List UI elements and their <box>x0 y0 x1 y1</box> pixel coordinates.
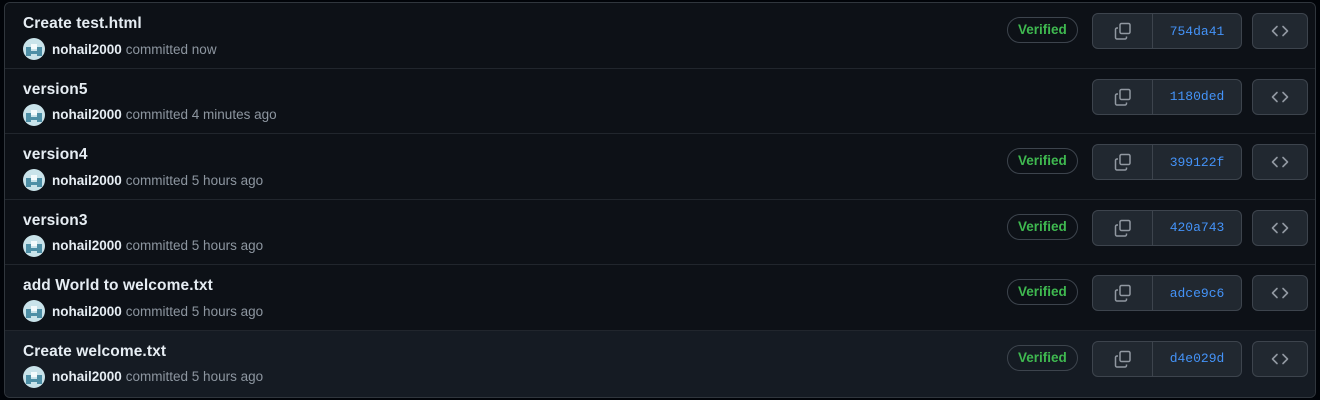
commit-list: Create test.html nohail2000 committed no… <box>4 2 1316 398</box>
browse-repo-button[interactable] <box>1252 209 1308 246</box>
commit-row: add World to welcome.txt nohail2000 comm… <box>5 265 1315 331</box>
code-icon <box>1271 24 1289 38</box>
commit-meta: nohail2000 committed 5 hours ago <box>23 300 264 323</box>
author-link[interactable]: nohail2000 <box>52 304 122 319</box>
commit-sha-group: adce9c6 <box>1092 275 1242 312</box>
author-link[interactable]: nohail2000 <box>52 42 122 57</box>
commit-title[interactable]: version4 <box>23 146 88 164</box>
copy-icon <box>1114 153 1132 171</box>
avatar[interactable] <box>23 38 45 60</box>
commit-meta: nohail2000 committed 5 hours ago <box>23 234 264 257</box>
commit-time: committed 5 hours ago <box>125 172 264 188</box>
copy-sha-button[interactable] <box>1093 210 1153 245</box>
commit-time: committed 4 minutes ago <box>125 107 277 123</box>
code-icon <box>1271 286 1289 300</box>
commit-time: committed 5 hours ago <box>125 303 264 319</box>
copy-icon <box>1114 284 1132 303</box>
avatar[interactable] <box>23 234 45 257</box>
verified-badge[interactable]: Verified <box>1007 344 1078 371</box>
commit-sha-group: 420a743 <box>1092 209 1242 246</box>
verified-badge[interactable]: Verified <box>1007 213 1078 240</box>
commit-sha-link[interactable]: 420a743 <box>1153 211 1241 245</box>
copy-icon <box>1114 350 1132 368</box>
author-link[interactable]: nohail2000 <box>52 173 122 188</box>
commit-sha-link[interactable]: 754da41 <box>1153 14 1241 48</box>
copy-sha-button[interactable] <box>1093 341 1153 376</box>
commit-sha-group: d4e029d <box>1092 340 1242 377</box>
commit-sha-group: 1180ded <box>1092 78 1242 115</box>
browse-repo-button[interactable] <box>1252 275 1308 312</box>
browse-repo-button[interactable] <box>1252 78 1308 115</box>
commit-time: committed 5 hours ago <box>125 369 264 385</box>
commit-title[interactable]: add World to welcome.txt <box>23 277 213 295</box>
commit-sha-link[interactable]: 1180ded <box>1153 80 1241 114</box>
commit-row: Create test.html nohail2000 committed no… <box>5 3 1315 69</box>
avatar[interactable] <box>23 103 45 126</box>
author-link[interactable]: nohail2000 <box>52 107 122 122</box>
commit-sha-link[interactable]: adce9c6 <box>1153 276 1241 310</box>
code-icon <box>1271 155 1289 169</box>
copy-icon <box>1114 22 1132 40</box>
commit-time: committed 5 hours ago <box>125 238 264 254</box>
copy-icon <box>1114 219 1132 237</box>
copy-icon <box>1114 88 1132 106</box>
code-icon <box>1271 90 1289 104</box>
copy-sha-button[interactable] <box>1093 276 1153 311</box>
author-link[interactable]: nohail2000 <box>52 238 122 253</box>
commit-time: committed now <box>125 41 217 57</box>
commit-meta: nohail2000 committed 5 hours ago <box>23 365 264 388</box>
browse-repo-button[interactable] <box>1252 144 1308 181</box>
avatar[interactable] <box>23 365 45 388</box>
commit-meta: nohail2000 committed now <box>23 38 217 60</box>
copy-sha-button[interactable] <box>1093 14 1153 48</box>
copy-sha-button[interactable] <box>1093 79 1153 114</box>
commit-meta: nohail2000 committed 5 hours ago <box>23 169 264 192</box>
verified-badge[interactable]: Verified <box>1007 17 1078 43</box>
commit-sha-link[interactable]: 399122f <box>1153 145 1241 179</box>
author-link[interactable]: nohail2000 <box>52 369 122 384</box>
browse-repo-button[interactable] <box>1252 340 1308 377</box>
commit-row: Create welcome.txt nohail2000 committed … <box>5 330 1315 397</box>
commit-title[interactable]: version5 <box>23 81 88 99</box>
verified-badge[interactable]: Verified <box>1007 148 1078 175</box>
commit-sha-link[interactable]: d4e029d <box>1153 342 1241 376</box>
commit-row: version5 nohail2000 committed 4 minutes … <box>5 68 1315 135</box>
verified-badge[interactable]: Verified <box>1007 279 1078 306</box>
browse-repo-button[interactable] <box>1252 13 1308 49</box>
commit-row: version3 nohail2000 committed 5 hours ag… <box>5 199 1315 266</box>
commit-meta: nohail2000 committed 4 minutes ago <box>23 103 277 126</box>
commit-sha-group: 754da41 <box>1092 13 1242 49</box>
commit-row: version4 nohail2000 committed 5 hours ag… <box>5 134 1315 200</box>
commit-sha-group: 399122f <box>1092 144 1242 181</box>
commit-title[interactable]: Create test.html <box>23 15 142 33</box>
code-icon <box>1271 221 1289 235</box>
avatar[interactable] <box>23 169 45 192</box>
avatar[interactable] <box>23 300 45 323</box>
copy-sha-button[interactable] <box>1093 145 1153 180</box>
code-icon <box>1271 352 1289 366</box>
commit-title[interactable]: version3 <box>23 212 88 230</box>
commit-title[interactable]: Create welcome.txt <box>23 343 166 361</box>
